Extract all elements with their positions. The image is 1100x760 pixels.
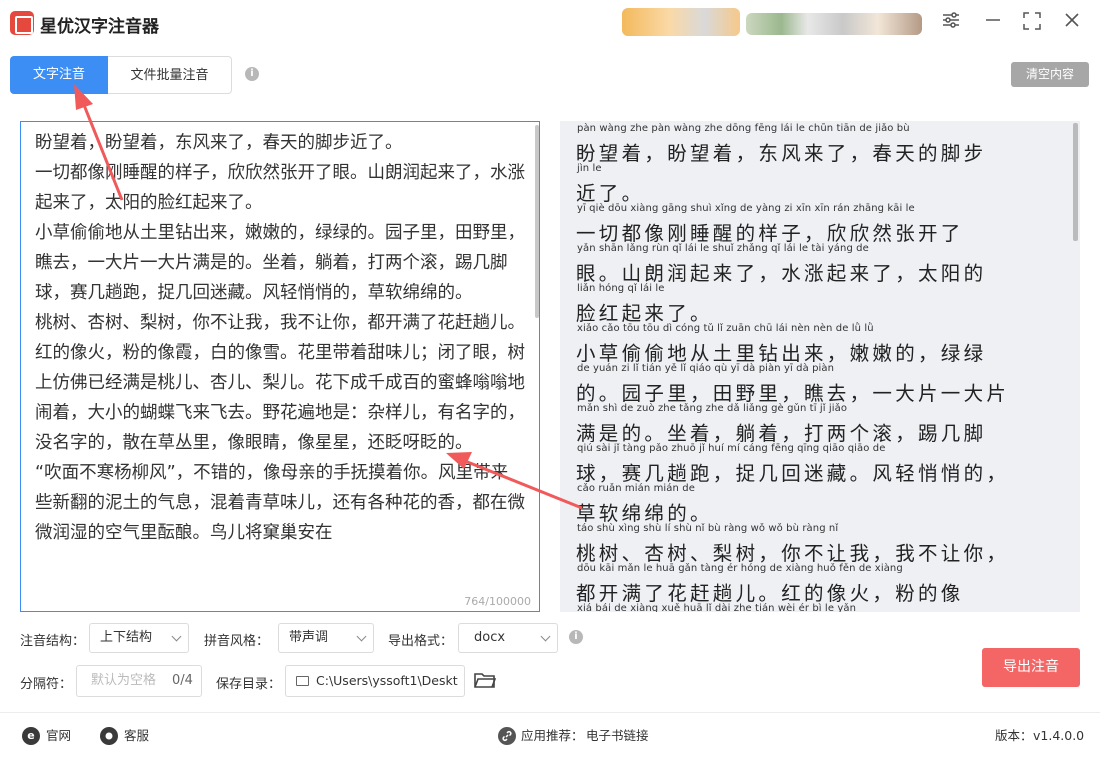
structure-select[interactable]: 上下结构	[89, 623, 189, 653]
app-logo-icon	[10, 11, 34, 35]
pinyin-output-area: pàn wàng zhe pàn wàng zhe dōng fēng lái …	[560, 121, 1080, 612]
app-title: 星优汉字注音器	[40, 17, 159, 37]
minimize-icon[interactable]	[982, 12, 1004, 34]
text-input-area[interactable]: 盼望着，盼望着，东风来了，春天的脚步近了。 一切都像刚睡醒的样子，欣欣然张开了眼…	[20, 121, 540, 612]
hanzi-line: 眼。山朗润起来了，水涨起来了，太阳的	[576, 262, 987, 285]
format-label: 导出格式：	[388, 634, 454, 649]
chevron-down-icon	[356, 631, 367, 642]
tab-text-annotation[interactable]: 文字注音	[10, 56, 108, 94]
hanzi-line: 脸红起来了。	[576, 302, 713, 325]
style-select[interactable]: 带声调	[278, 623, 374, 653]
close-icon[interactable]	[1061, 12, 1083, 34]
clear-content-button[interactable]: 清空内容	[1011, 62, 1089, 87]
input-scrollbar[interactable]	[535, 125, 539, 318]
export-annotation-button[interactable]: 导出注音	[982, 648, 1080, 687]
pinyin-line: yǎn shān lǎng rùn qǐ lái le shuǐ zhǎng q…	[577, 243, 869, 254]
version-label: 版本：	[995, 728, 1033, 743]
hanzi-line: 球，赛几趟跑，捉几回迷藏。风轻悄悄的，	[576, 462, 1010, 485]
tab-batch-annotation[interactable]: 文件批量注音	[108, 56, 232, 94]
hanzi-line: 盼望着，盼望着，东风来了，春天的脚步	[576, 142, 987, 165]
pinyin-line: liǎn hóng qǐ lái le	[577, 283, 665, 294]
char-counter: 764/100000	[464, 595, 531, 608]
save-directory-value: C:\Users\yssoft1\Deskt	[316, 673, 458, 688]
user-info-blur	[746, 13, 922, 35]
format-value: docx	[474, 630, 506, 645]
pinyin-line: mǎn shì de zuò zhe tǎng zhe dǎ liǎng gè …	[577, 403, 848, 414]
hanzi-line: 小草偷偷地从土里钻出来，嫩嫩的，绿绿	[576, 342, 987, 365]
separator-label: 分隔符：	[20, 677, 73, 692]
pinyin-line: dōu kāi mǎn le huā gǎn tàng ér hóng de x…	[577, 563, 903, 574]
pinyin-line: cǎo ruǎn mián mián de	[577, 483, 695, 494]
version-value: v1.4.0.0	[1033, 728, 1085, 743]
chevron-down-icon	[171, 631, 182, 642]
pinyin-line: de yuán zi lǐ tián yě lǐ qiáo qù yī dà p…	[577, 363, 835, 374]
title-bar: 星优汉字注音器	[0, 0, 1100, 48]
chevron-down-icon	[540, 631, 551, 642]
recommend-link[interactable]: 电子书链接	[586, 727, 649, 745]
hanzi-line: 都开满了花赶趟儿。红的像火，粉的像	[576, 582, 964, 605]
pinyin-line: pàn wàng zhe pàn wàng zhe dōng fēng lái …	[577, 123, 910, 134]
pinyin-line: táo shù xìng shù lí shù nǐ bù ràng wǒ wǒ…	[577, 523, 839, 534]
maximize-icon[interactable]	[1021, 12, 1043, 34]
hanzi-line: 桃树、杏树、梨树，你不让我，我不让你，	[576, 542, 1010, 565]
save-directory-input[interactable]: C:\Users\yssoft1\Deskt	[285, 665, 465, 697]
structure-label: 注音结构：	[20, 634, 86, 649]
separator-count: 0/4	[172, 673, 193, 688]
settings-sliders-icon[interactable]	[940, 12, 962, 34]
pinyin-line: xiǎo cǎo tōu tōu dì cóng tǔ lǐ zuān chū …	[577, 323, 874, 334]
folder-small-icon	[296, 676, 309, 686]
user-avatar-blur[interactable]	[622, 8, 740, 36]
support-link[interactable]: 客服	[124, 727, 149, 745]
hanzi-line: 的。园子里，田野里，瞧去，一大片一大片	[576, 382, 1010, 405]
recommend-label: 应用推荐：	[521, 728, 584, 743]
info-icon[interactable]: i	[245, 67, 259, 81]
style-label: 拼音风格：	[204, 634, 270, 649]
hanzi-line: 近了。	[576, 182, 645, 205]
pinyin-line: xiá bái de xiàng xuě huā lǐ dài zhe tián…	[577, 603, 857, 612]
chat-bubble-icon[interactable]	[100, 727, 118, 745]
hanzi-line: 满是的。坐着，躺着，打两个滚，踢几脚	[576, 422, 987, 445]
style-value: 带声调	[289, 630, 329, 645]
website-e-icon[interactable]: e	[22, 727, 40, 745]
link-icon	[498, 727, 516, 745]
separator-placeholder: 默认为空格	[91, 673, 157, 688]
pinyin-line: jìn le	[577, 163, 602, 174]
format-select[interactable]: docx	[458, 623, 558, 653]
output-scrollbar[interactable]	[1073, 123, 1078, 241]
structure-value: 上下结构	[100, 630, 153, 645]
hanzi-line: 一切都像刚睡醒的样子，欣欣然张开了	[576, 222, 964, 245]
browse-folder-icon[interactable]	[474, 670, 497, 690]
savedir-label: 保存目录：	[216, 677, 282, 692]
pinyin-line: qiú sài jǐ tàng pǎo zhuō jǐ huí mí cáng …	[577, 443, 886, 454]
website-link[interactable]: 官网	[46, 727, 71, 745]
hanzi-line: 草软绵绵的。	[576, 502, 713, 525]
format-info-icon[interactable]: i	[569, 630, 583, 644]
input-text[interactable]: 盼望着，盼望着，东风来了，春天的脚步近了。 一切都像刚睡醒的样子，欣欣然张开了眼…	[35, 128, 525, 548]
pinyin-line: yī qiè dōu xiàng gāng shuì xǐng de yàng …	[577, 203, 915, 214]
